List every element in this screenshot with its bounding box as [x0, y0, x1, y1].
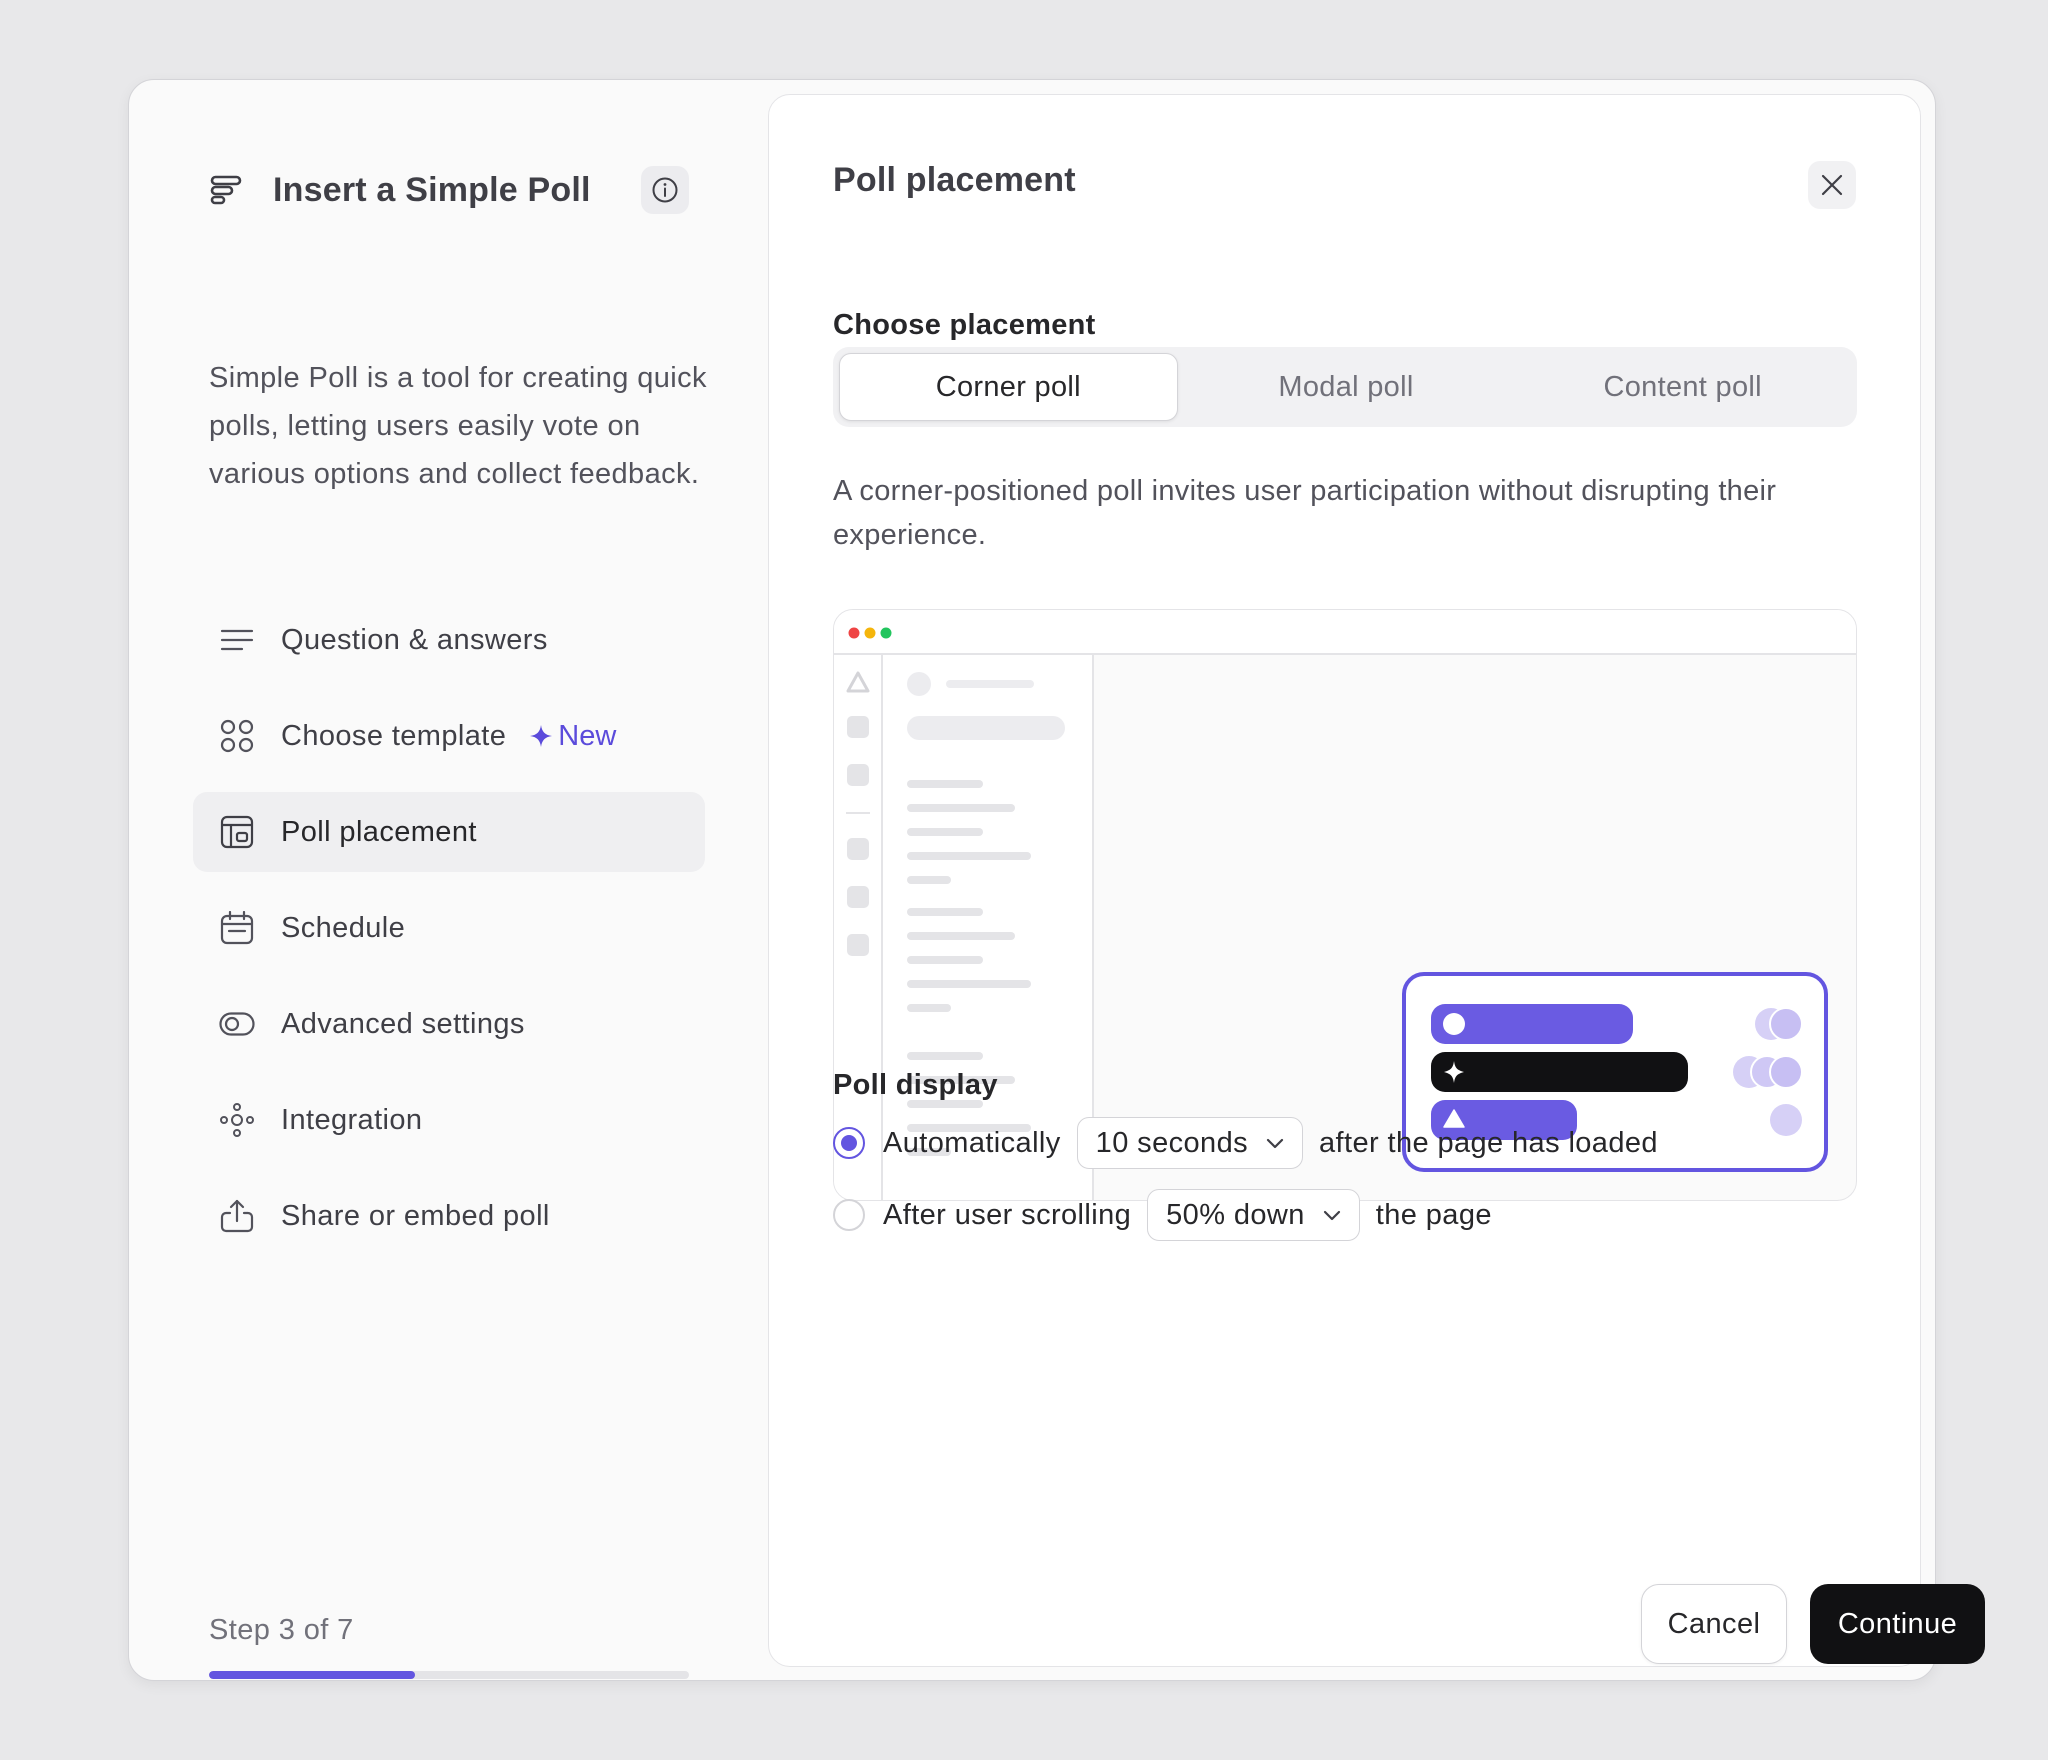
scroll-suffix: the page	[1375, 1198, 1492, 1231]
continue-button[interactable]: Continue	[1810, 1584, 1985, 1664]
poll-logo-icon	[209, 172, 245, 208]
new-badge: New	[530, 720, 616, 753]
choose-placement-label: Choose placement	[833, 309, 1096, 341]
new-badge-label: New	[558, 719, 617, 752]
sparkle-icon	[530, 725, 553, 747]
radio-automatic[interactable]	[833, 1127, 865, 1159]
sidebar-description: Simple Poll is a tool for creating quick…	[209, 362, 707, 490]
nav-label: Question & answers	[281, 623, 548, 656]
info-button[interactable]	[641, 166, 689, 214]
radio-after-scrolling[interactable]	[833, 1199, 865, 1231]
sidebar-header: Insert a Simple Poll	[209, 164, 689, 216]
automatic-suffix: after the page has loaded	[1319, 1126, 1658, 1159]
sidebar: Insert a Simple Poll Simple Poll is a to…	[129, 80, 769, 1680]
nav-label: Share or embed poll	[281, 1199, 550, 1232]
chevron-down-icon	[1323, 1209, 1341, 1221]
step-indicator: Step 3 of 7	[209, 1614, 354, 1646]
nav-item-question-answers[interactable]: Question & answers	[193, 600, 705, 680]
close-button[interactable]	[1808, 161, 1856, 209]
nav-item-advanced-settings[interactable]: Advanced settings	[193, 984, 705, 1064]
window-maximize-dot	[880, 627, 892, 639]
panel-title: Poll placement	[833, 161, 1076, 199]
sidebar-title: Insert a Simple Poll	[273, 170, 591, 209]
nav-item-share-embed[interactable]: Share or embed poll	[193, 1176, 705, 1256]
display-option-scroll: After user scrolling 50% down the page	[833, 1189, 1492, 1241]
close-icon	[1821, 174, 1843, 196]
nav-label: Schedule	[281, 911, 406, 944]
corner-poll-illustration	[834, 610, 1856, 1200]
tab-corner-poll[interactable]: Corner poll	[839, 353, 1178, 421]
placement-panel: Poll placement Choose placement Corner p…	[768, 94, 1921, 1667]
nav-label: Integration	[281, 1103, 423, 1136]
step-nav: Question & answers Choose template New P…	[193, 600, 705, 1272]
placement-tabs: Corner poll Modal poll Content poll	[833, 347, 1857, 427]
nav-label: Advanced settings	[281, 1007, 525, 1040]
nodes-icon	[219, 1102, 255, 1138]
scroll-label: After user scrolling	[883, 1198, 1132, 1231]
window-minimize-dot	[864, 627, 876, 639]
poll-display-label: Poll display	[833, 1069, 998, 1101]
placement-preview	[833, 609, 1857, 1201]
text-lines-icon	[219, 622, 255, 658]
nav-item-poll-placement[interactable]: Poll placement	[193, 792, 705, 872]
tab-content-poll[interactable]: Content poll	[1514, 353, 1851, 421]
chevron-down-icon	[1266, 1137, 1284, 1149]
window-close-dot	[848, 627, 860, 639]
info-icon	[652, 177, 678, 203]
calendar-icon	[219, 910, 255, 946]
share-icon	[219, 1198, 255, 1234]
step-progress-fill	[209, 1671, 415, 1679]
scroll-depth-select[interactable]: 50% down	[1147, 1189, 1360, 1241]
delay-select[interactable]: 10 seconds	[1076, 1117, 1303, 1169]
nav-item-integration[interactable]: Integration	[193, 1080, 705, 1160]
cancel-button[interactable]: Cancel	[1641, 1584, 1787, 1664]
display-option-automatic: Automatically 10 seconds after the page …	[833, 1117, 1658, 1169]
layout-icon	[219, 814, 255, 850]
placement-description: A corner-positioned poll invites user pa…	[833, 475, 1777, 551]
nav-label: Poll placement	[281, 815, 477, 848]
nav-item-schedule[interactable]: Schedule	[193, 888, 705, 968]
tab-modal-poll[interactable]: Modal poll	[1178, 353, 1515, 421]
scroll-select-value: 50% down	[1166, 1198, 1305, 1231]
delay-select-value: 10 seconds	[1095, 1126, 1248, 1159]
automatic-label: Automatically	[883, 1126, 1061, 1159]
nav-label: Choose template	[281, 719, 507, 752]
poll-dialog: Insert a Simple Poll Simple Poll is a to…	[128, 79, 1985, 1681]
toggle-icon	[219, 1006, 255, 1042]
grid-circles-icon	[219, 718, 255, 754]
step-progress-bar	[209, 1671, 689, 1679]
nav-item-choose-template[interactable]: Choose template New	[193, 696, 705, 776]
